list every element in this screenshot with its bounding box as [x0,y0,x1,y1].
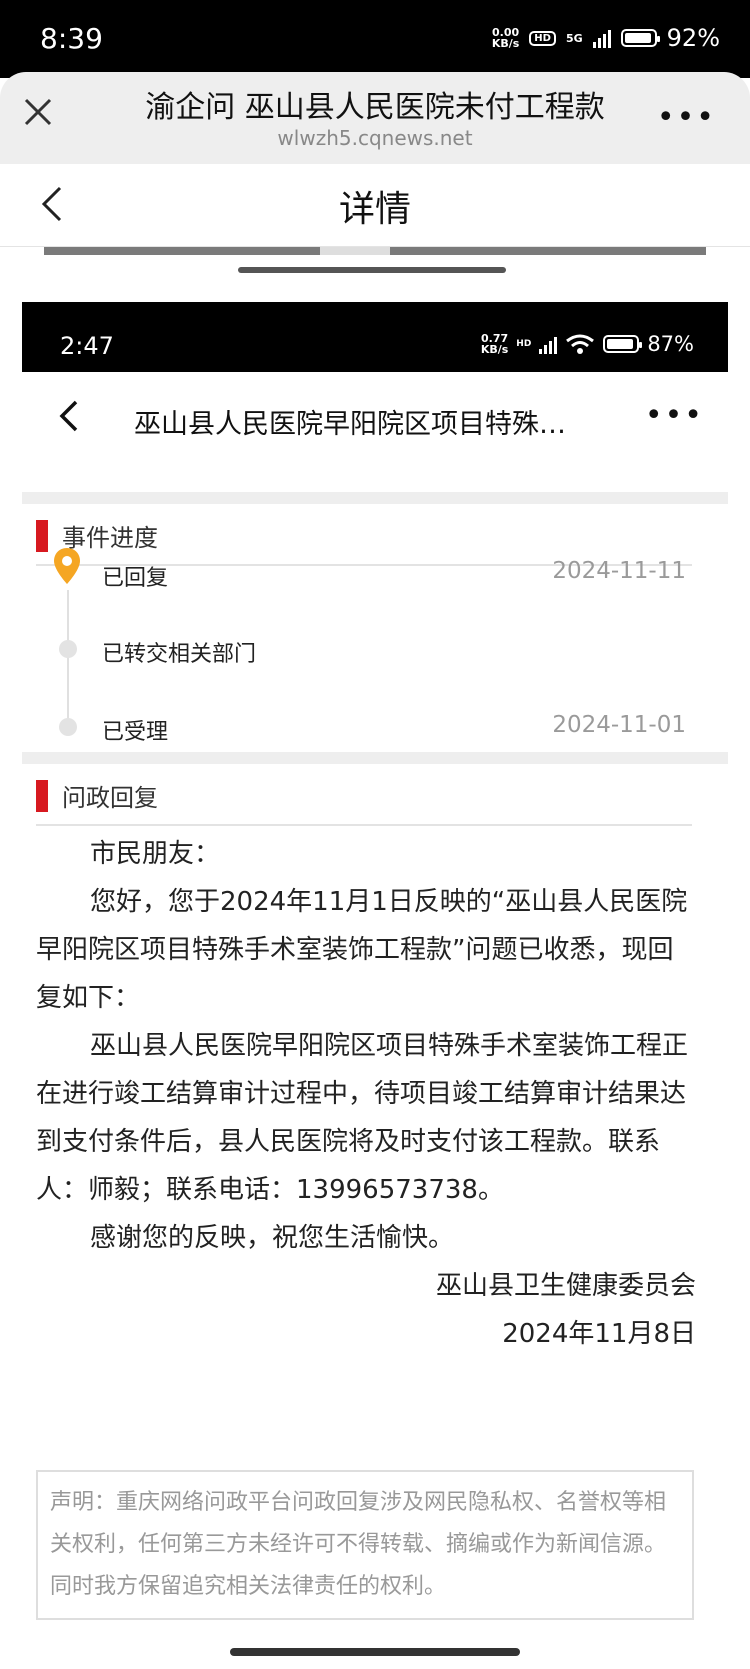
inner-nav: 巫山县人民医院早阳院区项目特殊… ••• [22,372,728,472]
progress-section-header: 事件进度 [36,504,692,566]
scroll-indicator [238,267,506,273]
timeline-item-date: 2024-11-01 [552,712,686,738]
battery-icon [620,29,660,47]
reply-greeting: 市民朋友： [90,839,221,869]
5g-label: 5G [565,31,583,45]
reply-paragraph: 您好，您于2024年11月1日反映的“巫山县人民医院早阳院区项目特殊手术室装饰工… [36,887,688,1013]
divider [22,752,728,764]
section-accent-bar [36,780,48,812]
section-accent-bar [36,520,48,552]
inner-status-time: 2:47 [60,332,114,360]
more-menu-icon[interactable]: ••• [645,398,704,433]
timeline-item-date: 2024-11-11 [552,558,686,584]
signal-icon [592,28,611,48]
reply-date: 2024年11月8日 [502,1319,696,1349]
browser-header: 渝企问 巫山县人民医院未付工程款 wlwzh5.cqnews.net ••• [0,72,750,164]
timeline-item-label: 已受理 [102,720,169,745]
reply-paragraph: 巫山县人民医院早阳院区项目特殊手术室装饰工程正在进行竣工结算审计过程中，待项目竣… [36,1031,689,1205]
inner-status-icons: 0.77 KB/s HD 87% [481,332,694,356]
wifi-icon [566,334,595,354]
browser-url: wlwzh5.cqnews.net [277,126,473,150]
browser-title: 渝企问 巫山县人民医院未付工程款 [145,90,605,125]
timeline-item-label: 已回复 [102,566,169,591]
more-menu-icon[interactable]: ••• [657,100,716,135]
signal-icon [539,334,558,354]
page-title: 详情 [338,189,411,230]
timeline-item-label: 已转交相关部门 [102,642,257,667]
previous-image-edge [320,247,390,255]
hd-icon: HD [516,339,532,349]
back-icon[interactable] [52,396,88,436]
network-speed: 0.77 KB/s [480,332,509,356]
disclaimer-box: 声明：重庆网络问政平台问政回复涉及网民隐私权、名誉权等相关权利，任何第三方未经许… [36,1470,694,1620]
inner-page-title: 巫山县人民医院早阳院区项目特殊… [134,409,566,440]
status-icons: 0.00 KB/s HD 5G 92% [492,24,720,52]
network-speed: 0.00 KB/s [491,26,520,50]
battery-percent: 92% [666,24,720,52]
close-icon[interactable] [18,92,58,132]
reply-signature: 巫山县卫生健康委员会 [435,1271,696,1301]
hd-icon: HD [529,30,556,46]
status-bar: 8:39 0.00 KB/s HD 5G 92% [0,0,750,78]
divider [22,492,728,504]
reply-paragraph: 感谢您的反映，祝您生活愉快。 [90,1223,455,1253]
reply-section-title: 问政回复 [62,784,158,812]
reply-section-header: 问政回复 [36,764,692,826]
battery-percent: 87% [647,332,694,356]
location-pin-icon [54,548,80,584]
page-nav: 详情 [0,164,750,247]
embedded-screenshot: 2:47 0.77 KB/s HD 87% 巫山县人民医院早阳院区项目特殊… •… [22,302,728,1642]
reply-body: 市民朋友： 您好，您于2024年11月1日反映的“巫山县人民医院早阳院区项目特殊… [36,830,696,1358]
status-time: 8:39 [40,22,103,55]
inner-status-bar: 2:47 0.77 KB/s HD 87% [22,302,728,372]
timeline-dot [59,718,77,736]
battery-icon [603,335,643,353]
home-indicator[interactable] [230,1648,520,1656]
timeline-dot [59,640,77,658]
